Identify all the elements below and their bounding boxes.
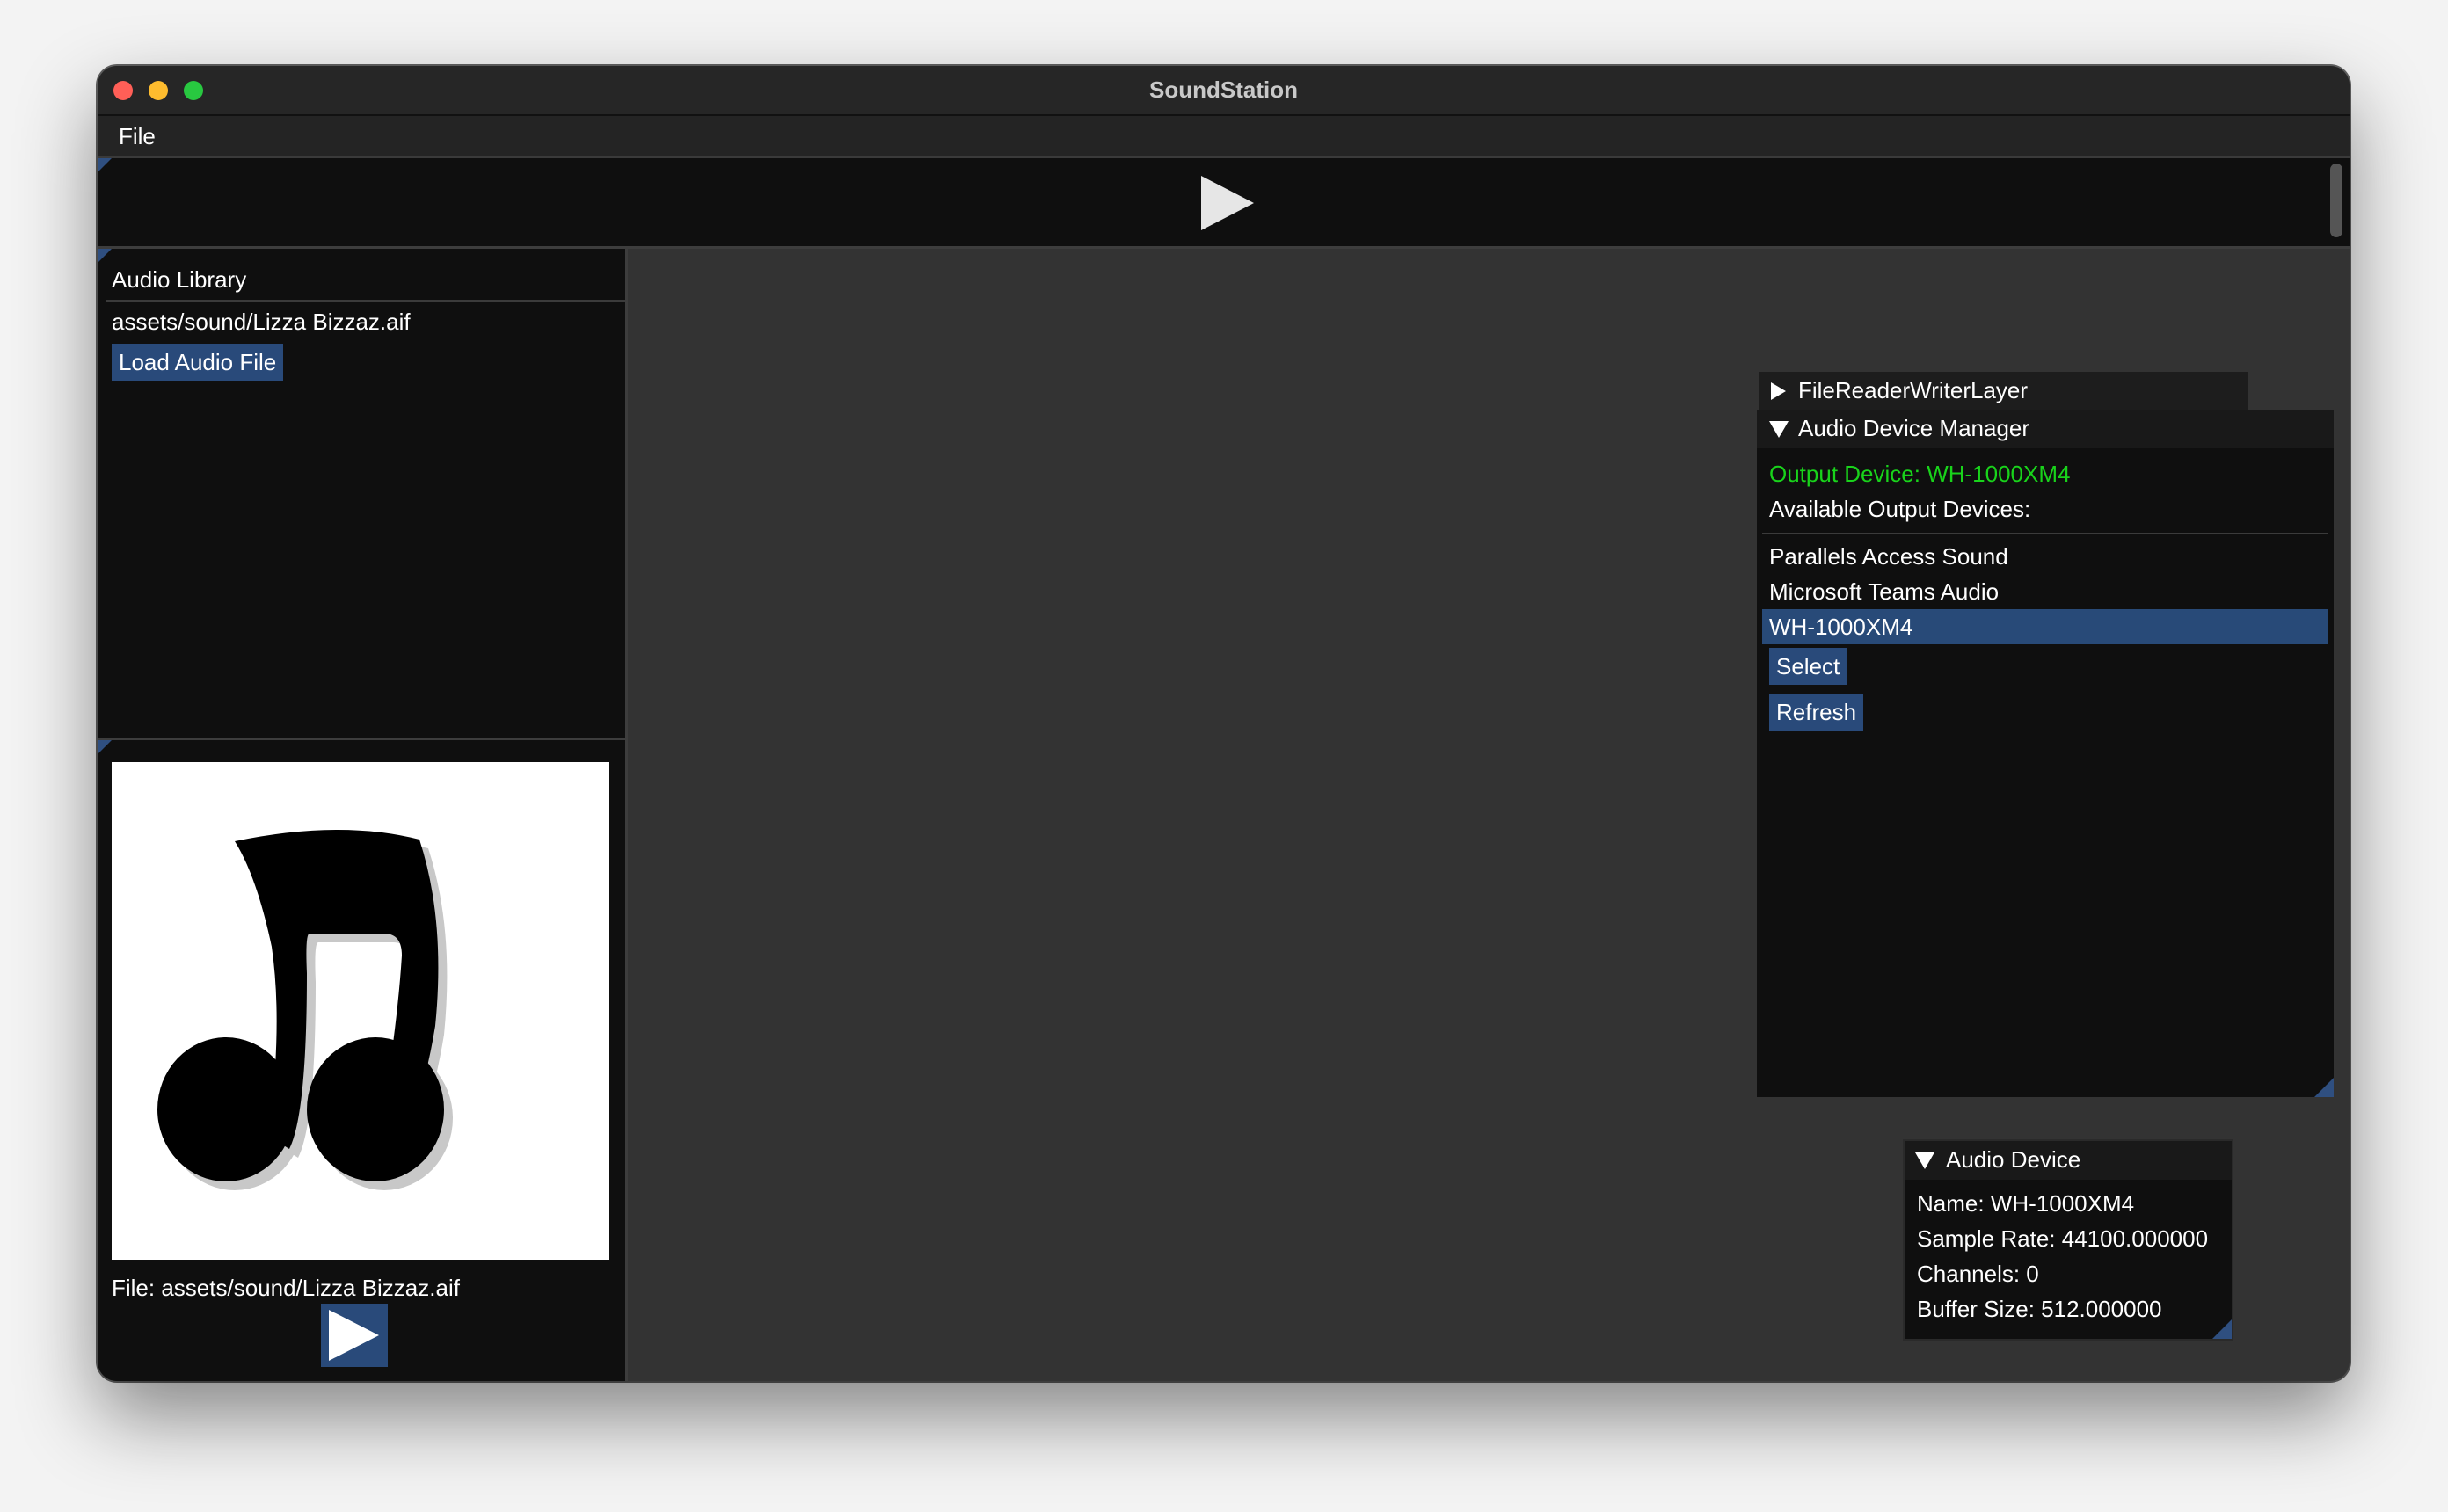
window-title: SoundStation	[1149, 76, 1298, 103]
scrollbar-thumb[interactable]	[2330, 164, 2342, 237]
load-audio-file-button[interactable]: Load Audio File	[112, 344, 284, 381]
album-art	[112, 762, 609, 1260]
menu-file[interactable]: File	[119, 123, 156, 150]
music-note-icon	[157, 829, 453, 1190]
player-panel: File: assets/sound/Lizza Bizzaz.aif	[98, 740, 628, 1381]
audio-library-panel: Audio Library assets/sound/Lizza Bizzaz.…	[98, 249, 628, 740]
device-buffer-size: Buffer Size: 512.000000	[1917, 1296, 2162, 1322]
divider	[106, 300, 625, 302]
device-name: Name: WH-1000XM4	[1917, 1190, 2135, 1217]
resize-handle[interactable]	[2212, 1319, 2232, 1339]
file-reader-writer-title: FileReaderWriterLayer	[1798, 377, 2029, 403]
collapse-arrow-icon	[1769, 421, 1789, 438]
app-window: SoundStation File Audio Library assets/s…	[98, 66, 2350, 1381]
audio-device-manager-title: Audio Device Manager	[1798, 415, 2030, 441]
device-channels: Channels: 0	[1917, 1261, 2039, 1287]
select-device-button[interactable]: Select	[1769, 648, 1847, 685]
title-bar[interactable]: SoundStation	[98, 66, 2350, 116]
device-sample-rate: Sample Rate: 44100.000000	[1917, 1225, 2209, 1252]
device-list-item[interactable]: Parallels Access Sound	[1762, 539, 2328, 574]
collapse-arrow-icon	[1915, 1152, 1934, 1169]
audio-device-manager-panel: Audio Device Manager Output Device: WH-1…	[1757, 410, 2334, 1097]
transport-bar	[98, 158, 2350, 249]
device-list-item[interactable]: Microsoft Teams Audio	[1762, 574, 2328, 609]
available-devices-label: Available Output Devices:	[1769, 496, 2031, 522]
current-file-label: File: assets/sound/Lizza Bizzaz.aif	[112, 1275, 460, 1301]
panel-corner-marker	[98, 740, 112, 754]
divider	[1762, 533, 2328, 534]
menu-bar: File	[98, 116, 2350, 158]
panel-corner-marker	[98, 249, 112, 263]
panel-corner-marker	[98, 158, 112, 172]
play-button[interactable]	[321, 1304, 388, 1367]
device-list-item-selected[interactable]: WH-1000XM4	[1762, 609, 2328, 644]
expand-arrow-icon	[1771, 382, 1786, 400]
audio-device-title: Audio Device	[1946, 1146, 2081, 1173]
file-reader-writer-header[interactable]: FileReaderWriterLayer	[1757, 370, 2249, 412]
library-item[interactable]: assets/sound/Lizza Bizzaz.aif	[112, 309, 411, 336]
play-icon	[329, 1310, 379, 1361]
refresh-devices-button[interactable]: Refresh	[1769, 694, 1864, 731]
output-device-status: Output Device: WH-1000XM4	[1769, 461, 2071, 487]
audio-device-panel: Audio Device Name: WH-1000XM4 Sample Rat…	[1903, 1139, 2233, 1341]
audio-device-manager-header[interactable]: Audio Device Manager	[1757, 410, 2334, 448]
audio-library-title: Audio Library	[112, 266, 247, 293]
audio-device-header[interactable]: Audio Device	[1905, 1141, 2232, 1180]
resize-handle[interactable]	[2314, 1078, 2334, 1097]
play-icon[interactable]	[1201, 176, 1254, 230]
